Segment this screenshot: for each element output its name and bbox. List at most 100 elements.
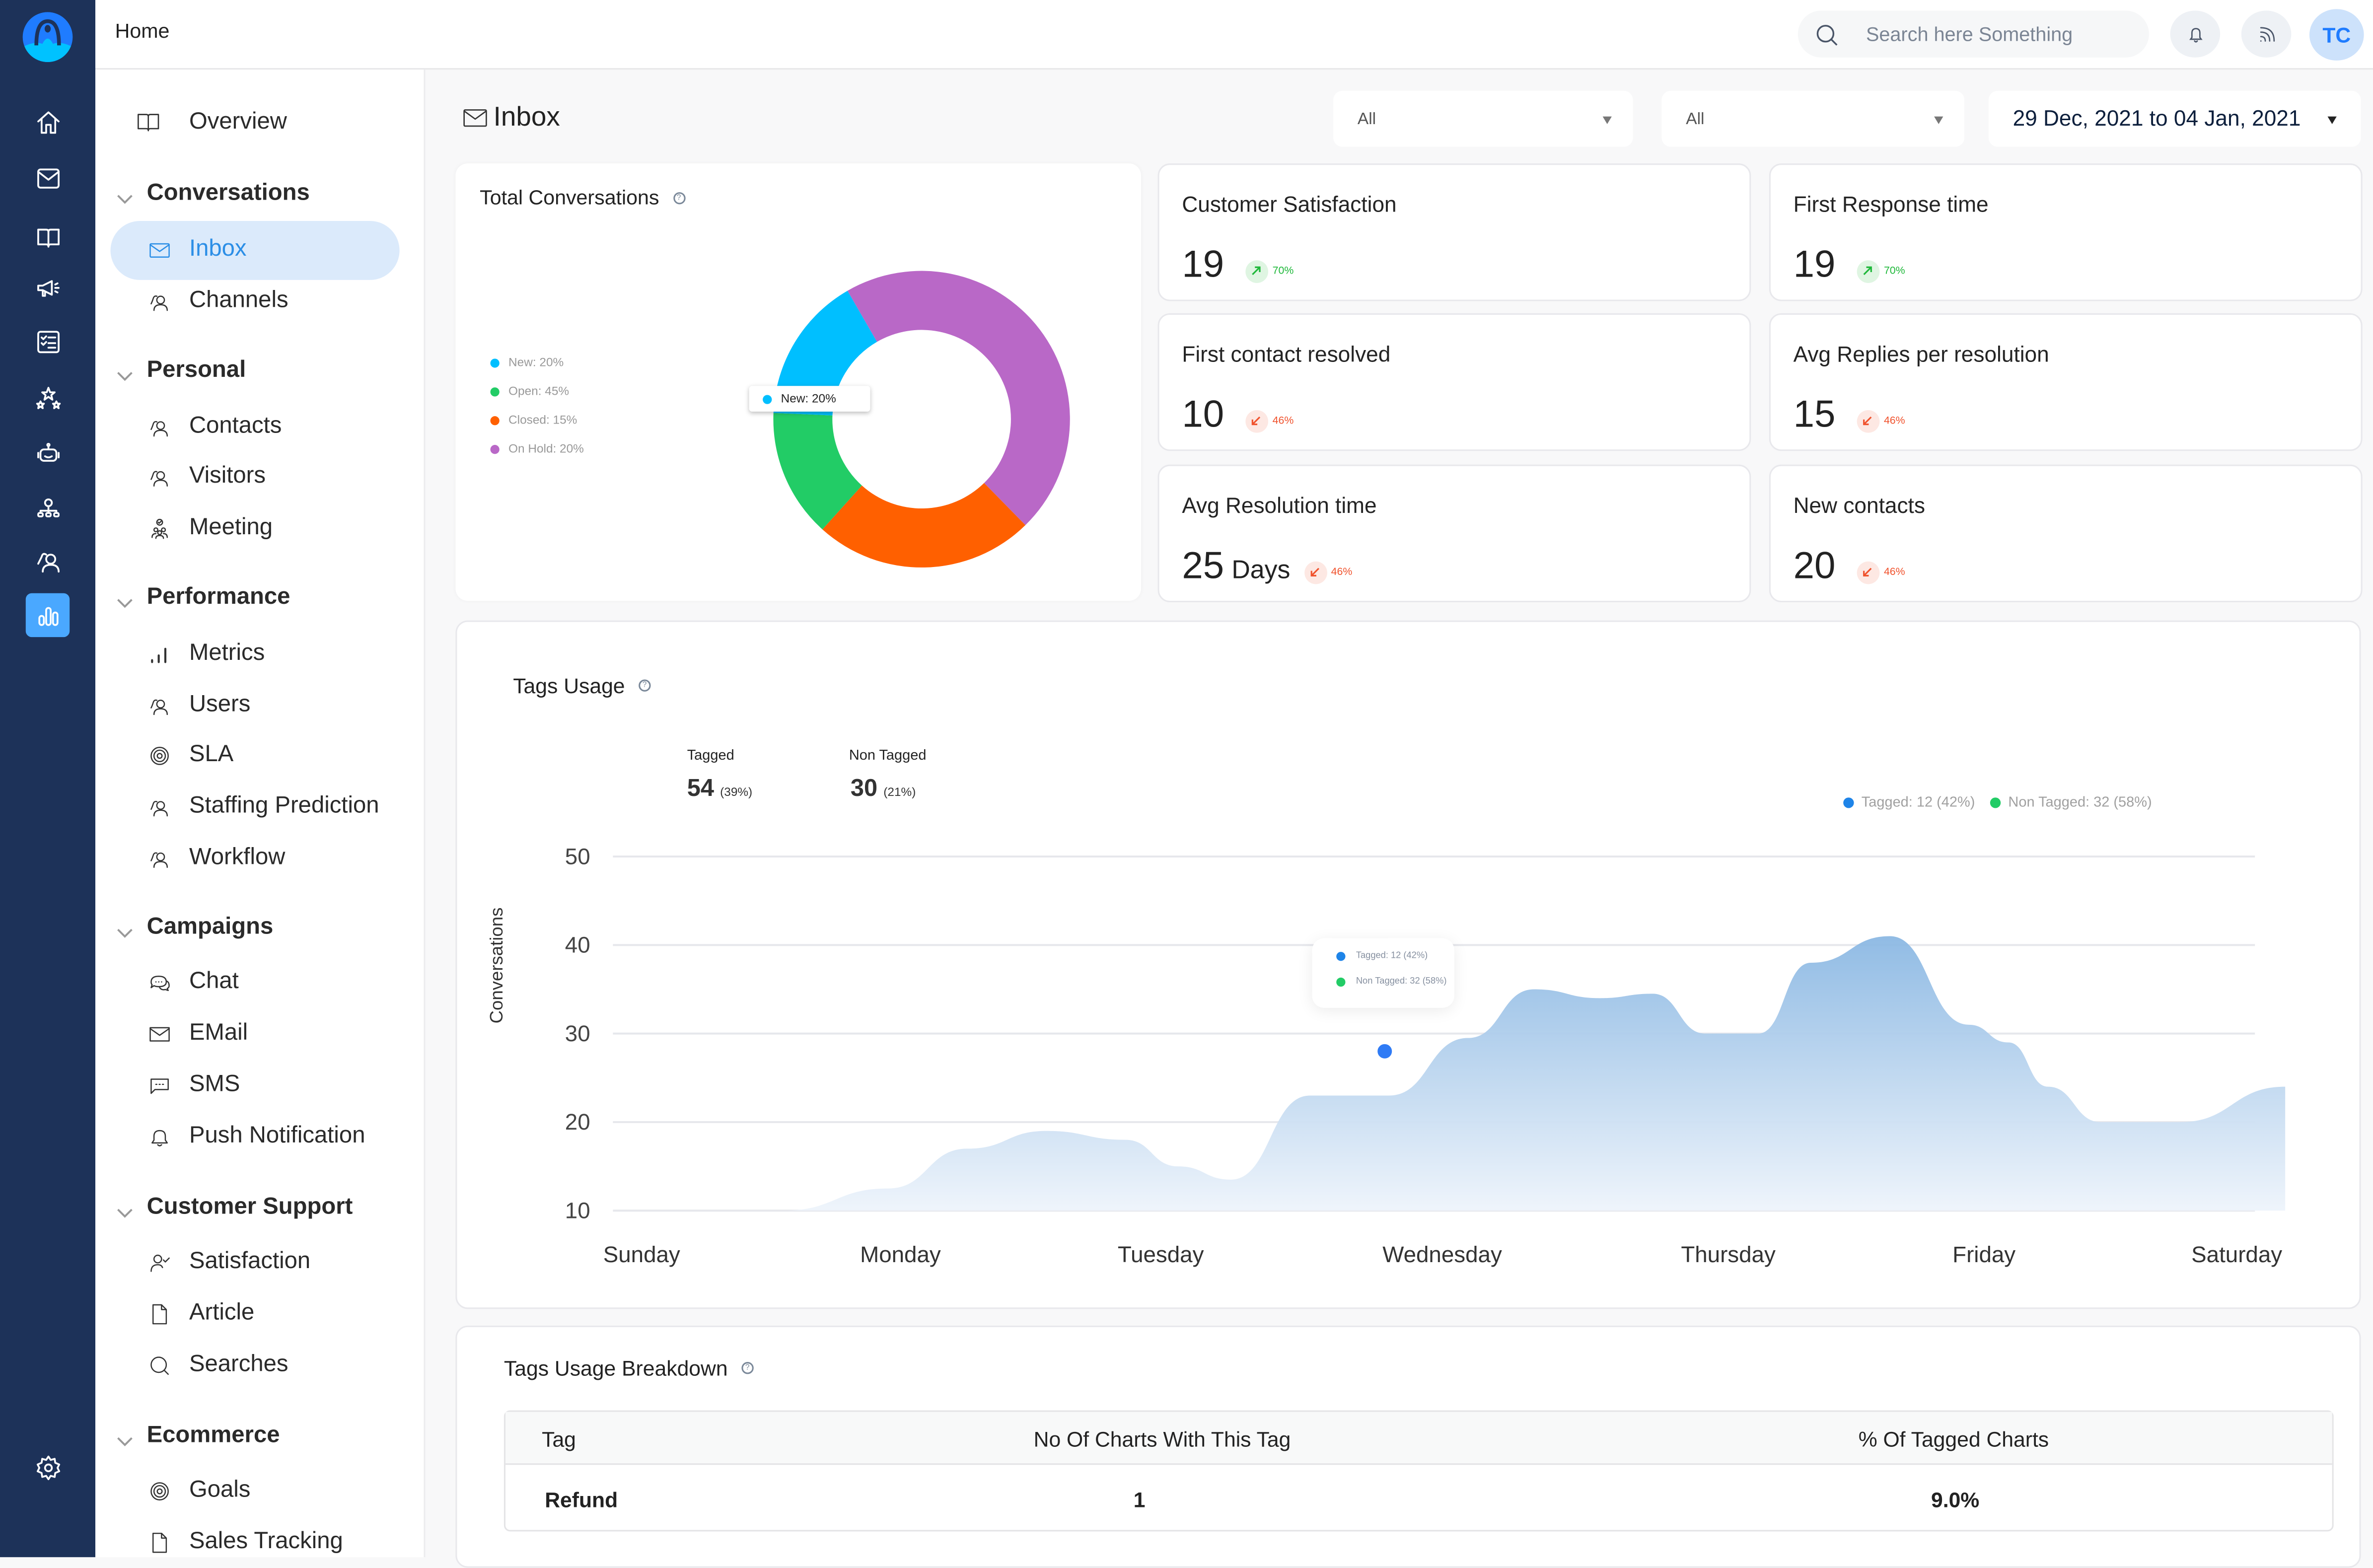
legend-item-closed: Closed: 15% bbox=[490, 413, 577, 427]
analytics-icon[interactable] bbox=[25, 593, 70, 638]
nav-item-label: SMS bbox=[189, 1071, 240, 1097]
kpi-number: 19 bbox=[1182, 243, 1224, 286]
breakdown-table: Tag No Of Charts With This Tag % Of Tagg… bbox=[503, 1410, 2334, 1532]
notifications-button[interactable] bbox=[2170, 10, 2221, 58]
donut-slice-on-hold[interactable] bbox=[847, 271, 1070, 525]
checklist-icon[interactable] bbox=[29, 322, 67, 360]
nav-item-searches[interactable]: Searches bbox=[147, 1352, 288, 1379]
breadcrumb-home[interactable]: Home bbox=[115, 20, 170, 43]
trend-badge: 70% bbox=[1857, 259, 1905, 283]
help-icon[interactable]: ? bbox=[741, 1362, 754, 1374]
nav-item-visitors[interactable]: Visitors bbox=[147, 463, 266, 491]
legend-swatch bbox=[490, 386, 500, 396]
non-tagged-label: Non Tagged bbox=[849, 747, 927, 765]
rss-icon bbox=[2259, 26, 2274, 41]
users-icon bbox=[147, 794, 171, 819]
nav-item-label: Article bbox=[189, 1300, 255, 1326]
document-icon bbox=[147, 1530, 171, 1554]
page-title-text: Inbox bbox=[493, 101, 560, 132]
megaphone-icon[interactable] bbox=[29, 270, 67, 307]
nav-item-satisfaction[interactable]: Satisfaction bbox=[147, 1248, 311, 1276]
stars-icon[interactable] bbox=[29, 378, 67, 416]
date-range-select[interactable]: 29 Dec, 2021 to 04 Jan, 2021 bbox=[1988, 90, 2361, 147]
kpi-value: 20 46% bbox=[1794, 545, 1905, 588]
column-header-count[interactable]: No Of Charts With This Tag bbox=[1034, 1427, 1291, 1451]
nav-item-label: Satisfaction bbox=[189, 1248, 311, 1275]
nav-item-workflow[interactable]: Workflow bbox=[147, 845, 285, 872]
trend-badge: 70% bbox=[1245, 259, 1294, 283]
trend-badge: 46% bbox=[1245, 409, 1294, 432]
mail-icon bbox=[147, 1021, 171, 1046]
nav-item-contacts[interactable]: Contacts bbox=[147, 413, 282, 440]
help-icon[interactable]: ? bbox=[672, 191, 685, 204]
nav-item-chat[interactable]: Chat bbox=[147, 969, 239, 996]
workflow-icon[interactable] bbox=[29, 489, 67, 526]
area-series-tagged[interactable] bbox=[704, 936, 2286, 1211]
filter-select-1[interactable]: All bbox=[1333, 90, 1633, 147]
nav-item-meeting[interactable]: Meeting bbox=[147, 514, 273, 542]
filter-select-2[interactable]: All bbox=[1661, 90, 1965, 147]
nav-section-conversations[interactable]: Conversations bbox=[117, 180, 310, 208]
nav-item-goals[interactable]: Goals bbox=[147, 1477, 250, 1504]
legend-item-new: New: 20% bbox=[490, 356, 564, 369]
card-title-text: Tags Usage Breakdown bbox=[503, 1355, 728, 1380]
nav-item-staffing-prediction[interactable]: Staffing Prediction bbox=[147, 793, 379, 820]
meeting-icon bbox=[147, 516, 171, 540]
x-tick-label: Monday bbox=[860, 1242, 941, 1267]
kpi-card: First contact resolved 10 46% bbox=[1157, 313, 1751, 451]
settings-icon[interactable] bbox=[29, 1448, 67, 1486]
tooltip-text: Tagged: 12 (42%) bbox=[1356, 952, 1428, 961]
legend-label: Open: 45% bbox=[508, 384, 570, 398]
nav-item-sla[interactable]: SLA bbox=[147, 741, 233, 769]
nav-item-article[interactable]: Article bbox=[147, 1300, 255, 1327]
nav-section-campaigns[interactable]: Campaigns bbox=[117, 914, 273, 941]
column-header-tag[interactable]: Tag bbox=[542, 1427, 576, 1451]
card-title-text: Total Conversations bbox=[480, 186, 659, 209]
column-header-percent[interactable]: % Of Tagged Charts bbox=[1859, 1427, 2049, 1451]
app-logo[interactable] bbox=[22, 12, 73, 62]
card-title: Tags Usage ? bbox=[513, 673, 651, 698]
page-title: Inbox bbox=[463, 101, 560, 133]
trend-down-icon bbox=[1245, 409, 1268, 432]
search-input[interactable] bbox=[1866, 10, 2139, 58]
nav-item-label: Chat bbox=[189, 968, 239, 995]
feed-button[interactable] bbox=[2241, 10, 2292, 58]
y-tick-label: 40 bbox=[565, 932, 590, 958]
chevron-down-icon bbox=[117, 920, 133, 938]
mail-icon[interactable] bbox=[29, 159, 67, 197]
donut-slice-closed[interactable] bbox=[822, 483, 1026, 568]
trend-down-icon bbox=[1857, 561, 1879, 583]
nav-section-ecommerce[interactable]: Ecommerce bbox=[117, 1423, 280, 1450]
chevron-down-icon bbox=[117, 186, 133, 204]
mail-icon bbox=[147, 238, 171, 262]
nav-item-label: Users bbox=[189, 691, 251, 717]
nav-item-sms[interactable]: SMS bbox=[147, 1071, 240, 1099]
nav-item-inbox[interactable]: Inbox bbox=[147, 236, 247, 263]
users-icon[interactable] bbox=[29, 542, 67, 579]
home-icon[interactable] bbox=[29, 103, 67, 141]
book-icon[interactable] bbox=[29, 218, 67, 256]
nav-item-push-notification[interactable]: Push Notification bbox=[147, 1123, 365, 1150]
search-box[interactable] bbox=[1798, 10, 2149, 58]
bot-icon[interactable] bbox=[29, 434, 67, 472]
user-avatar[interactable]: TC bbox=[2309, 9, 2364, 61]
nav-section-customer-support[interactable]: Customer Support bbox=[117, 1194, 353, 1221]
x-tick-label: Thursday bbox=[1681, 1242, 1776, 1267]
app-root: Home TC Overview Conversations Inbox bbox=[0, 0, 2373, 1568]
nav-item-users[interactable]: Users bbox=[147, 691, 251, 719]
highlight-point[interactable] bbox=[1373, 1040, 1396, 1063]
nav-item-channels[interactable]: Channels bbox=[147, 287, 288, 315]
y-tick-label: 50 bbox=[565, 844, 590, 869]
nav-section-personal[interactable]: Personal bbox=[117, 357, 246, 384]
nav-section-performance[interactable]: Performance bbox=[117, 584, 290, 611]
nav-item-email[interactable]: EMail bbox=[147, 1020, 248, 1047]
help-icon[interactable]: ? bbox=[638, 679, 651, 692]
nav-item-overview[interactable]: Overview bbox=[133, 109, 287, 136]
nav-item-sales-tracking[interactable]: Sales Tracking bbox=[147, 1528, 343, 1556]
target-icon bbox=[147, 1479, 171, 1503]
y-axis-label: Conversations bbox=[486, 908, 506, 1024]
trend-up-icon bbox=[1857, 259, 1879, 283]
nav-item-metrics[interactable]: Metrics bbox=[147, 640, 265, 667]
legend-swatch bbox=[490, 444, 500, 453]
filter-select-1-value: All bbox=[1357, 109, 1376, 128]
